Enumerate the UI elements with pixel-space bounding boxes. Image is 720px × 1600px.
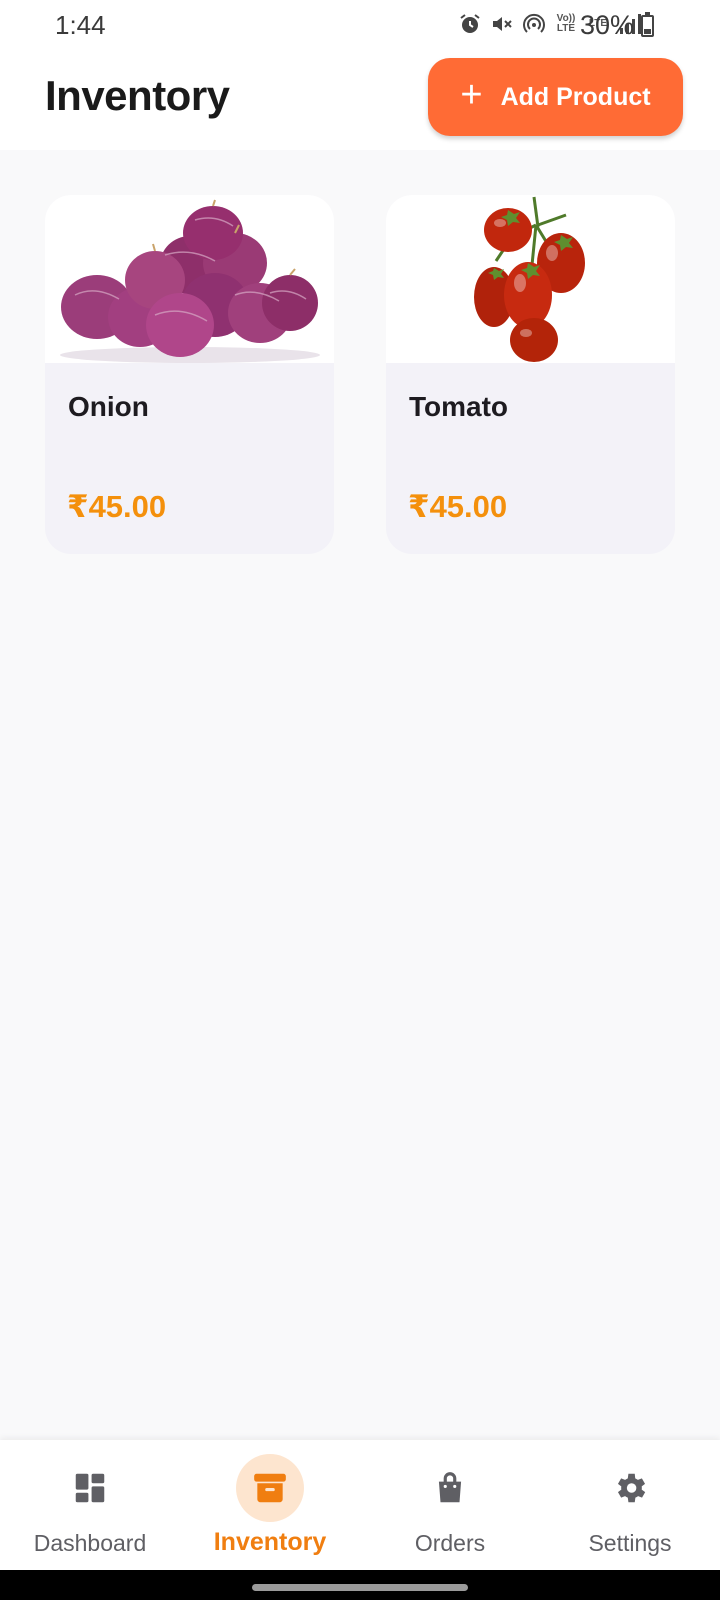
gesture-area — [0, 1570, 720, 1600]
home-gesture-bar[interactable] — [252, 1584, 468, 1591]
nav-item-orders[interactable]: Orders — [360, 1440, 540, 1570]
hotspot-icon — [522, 12, 546, 36]
product-name: Tomato — [409, 391, 509, 422]
nav-label-orders: Orders — [414, 1530, 486, 1556]
app-header: Inventory + Add Product — [0, 52, 720, 150]
add-product-button[interactable]: + Add Product — [428, 58, 683, 136]
product-card-onion[interactable]: Onion ₹45.00 — [45, 195, 334, 554]
nav-label-settings: Settings — [588, 1530, 672, 1556]
volte-icon: Vo)) LTE — [556, 13, 576, 34]
status-time: 1:44 — [55, 10, 106, 40]
nav-label-inventory: Inventory — [213, 1528, 327, 1556]
nav-label-dashboard: Dashboard — [33, 1530, 147, 1556]
nav-item-settings[interactable]: Settings — [540, 1440, 720, 1570]
battery-percent: 30% — [579, 10, 634, 40]
inventory-icon — [236, 1454, 304, 1522]
shopping-bag-icon — [416, 1454, 484, 1522]
add-product-label: Add Product — [500, 82, 651, 111]
product-price: ₹45.00 — [408, 489, 508, 524]
product-price: ₹45.00 — [67, 489, 167, 524]
nav-item-inventory[interactable]: Inventory — [180, 1440, 360, 1570]
plus-icon: + — [460, 74, 483, 116]
battery-icon — [641, 12, 654, 37]
status-bar: 1:44 Vo)) LTE LTE 30% — [0, 0, 720, 52]
gear-icon — [596, 1454, 664, 1522]
product-card-tomato[interactable]: Tomato ₹45.00 — [386, 195, 675, 554]
bottom-nav: Dashboard Inventory Orders Settings — [0, 1440, 720, 1570]
page-title: Inventory — [45, 72, 230, 119]
battery-level — [644, 28, 651, 34]
dashboard-icon — [56, 1454, 124, 1522]
onion-image — [45, 195, 334, 363]
alarm-icon — [458, 12, 482, 36]
mute-icon — [490, 12, 514, 36]
tomato-image — [386, 195, 675, 363]
nav-item-dashboard[interactable]: Dashboard — [0, 1440, 180, 1570]
product-name: Onion — [68, 391, 149, 422]
